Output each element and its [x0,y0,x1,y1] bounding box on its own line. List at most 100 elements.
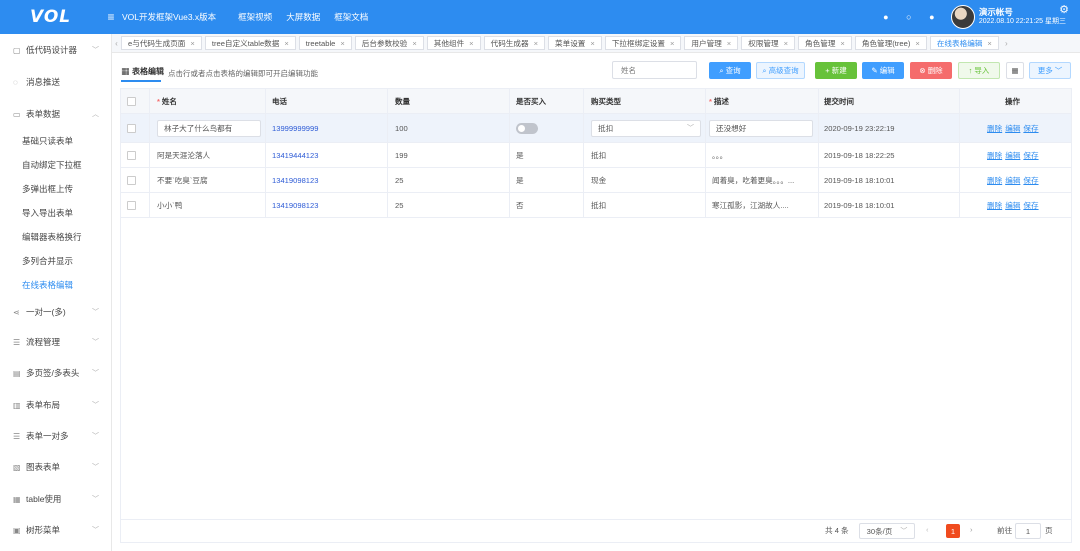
tab-treetable[interactable]: treetable × [298,36,352,50]
sidebar-sub-upload[interactable]: 多弹出框上传 [22,183,73,195]
save-link[interactable]: 保存 [1023,175,1038,186]
search-input[interactable] [612,61,697,79]
top-link-dashboard[interactable]: 大屏数据 [286,11,320,23]
advanced-query-button[interactable]: ⌕ 高级查询 [756,62,805,79]
close-icon[interactable]: × [412,39,416,48]
save-link[interactable]: 保存 [1023,123,1038,134]
tab-menu-settings[interactable]: 菜单设置 × [548,36,602,50]
close-icon[interactable]: × [915,39,919,48]
delete-button[interactable]: ⊗ 删除 [910,62,952,79]
gear-icon[interactable]: ⚙ [1059,3,1069,16]
name-cell[interactable]: 不要`吃臭`豆腐 [157,168,267,192]
table-row[interactable]: 小小`鸭 13419098123 25 否 抵扣 寒江孤影，江湖故人.... 2… [121,193,1071,218]
save-link[interactable]: 保存 [1023,200,1038,211]
avatar[interactable] [950,5,975,29]
power-icon[interactable]: ○ [899,12,919,22]
sidebar-item-one-to-one[interactable]: ⋖ 一对一(多) ﹀ [0,302,112,322]
delete-link[interactable]: 删除 [987,123,1002,134]
sidebar-item-multitab[interactable]: ▤ 多页签/多表头 ﹀ [0,363,112,383]
col-phone[interactable]: 电话 [272,89,382,113]
prev-page-icon[interactable]: ‹ [926,525,929,534]
bought-cell[interactable]: 是 [516,143,576,167]
close-icon[interactable]: × [987,39,991,48]
table-row[interactable]: 林子大了什么鸟都有 13999999999 100 抵扣 ﹀ 还没想好 2020-… [121,114,1071,143]
qty-cell[interactable]: 25 [395,193,505,217]
sidebar-item-message[interactable]: ◌ 消息推送 [0,72,112,92]
page-size-select[interactable]: 30条/页 ﹀ [859,523,915,539]
edit-link[interactable]: 编辑 [1005,175,1020,186]
sidebar-sub-editor-wrap[interactable]: 编辑器表格换行 [22,231,82,243]
type-cell[interactable]: 现金 [591,168,701,192]
tab-user-mgmt[interactable]: 用户管理 × [684,36,739,50]
top-link-video[interactable]: 框架视频 [238,11,272,23]
tab-codegen[interactable]: 代码生成器 × [483,36,546,50]
col-bought[interactable]: 是否买入 [516,89,576,113]
table-row[interactable]: 阿是天涯沦落人 13419444123 199 是 抵扣 。。。 2019-09… [121,143,1071,168]
row-checkbox[interactable] [127,150,136,160]
time-cell[interactable]: 2019-09-18 18:10:01 [824,168,934,192]
sidebar-item-chart[interactable]: ▧ 图表表单 ﹀ [0,457,112,477]
current-page[interactable]: 1 [946,524,960,538]
delete-link[interactable]: 删除 [987,200,1002,211]
goto-page-input[interactable]: 1 [1015,523,1041,539]
type-cell[interactable]: 抵扣 [591,143,701,167]
import-button[interactable]: ↑ 导入 [958,62,1000,79]
sidebar-item-lowcode[interactable]: ▢ 低代码设计器 ﹀ [0,40,112,60]
select-all-checkbox[interactable] [127,96,136,106]
col-time[interactable]: 提交时间 [824,89,924,113]
close-icon[interactable]: × [340,39,344,48]
close-icon[interactable]: × [190,39,194,48]
bought-switch[interactable] [516,122,538,134]
sidebar-item-table[interactable]: ▦ table使用 ﹀ [0,489,112,509]
edit-button[interactable]: ✎ 编辑 [862,62,904,79]
qty-cell[interactable]: 100 [395,114,505,142]
desc-cell[interactable]: 。。。 [712,143,816,167]
table-row[interactable]: 不要`吃臭`豆腐 13419098123 25 是 现金 闻着臭，吃着更臭。。。… [121,168,1071,193]
tab-validation[interactable]: 后台参数校验 × [354,36,424,50]
tab-tree-table-data[interactable]: tree自定义table数据 × [204,36,296,50]
type-select[interactable]: 抵扣 ﹀ [591,119,701,137]
type-cell[interactable]: 抵扣 [591,193,701,217]
qty-cell[interactable]: 199 [395,143,505,167]
add-button[interactable]: + 新建 [815,62,857,79]
menu-toggle-icon[interactable]: ≡ [100,10,122,24]
tab-role[interactable]: 角色管理 × [798,36,852,50]
bought-cell[interactable]: 否 [516,193,576,217]
col-desc[interactable]: * 描述 [709,89,809,113]
sidebar-sub-online-edit[interactable]: 在线表格编辑 [22,279,73,291]
sidebar-sub-readonly[interactable]: 基础只读表单 [22,135,73,147]
row-checkbox[interactable] [127,175,136,185]
name-input[interactable]: 林子大了什么鸟都有 [157,119,261,137]
top-link-docs[interactable]: 框架文档 [334,11,368,23]
time-cell[interactable]: 2020-09-19 23:22:19 [824,114,934,142]
time-cell[interactable]: 2019-09-18 18:10:01 [824,193,934,217]
tab-role-tree[interactable]: 角色管理(tree) × [854,36,927,50]
phone-cell[interactable]: 13999999999 [272,114,382,142]
delete-link[interactable]: 删除 [987,150,1002,161]
delete-link[interactable]: 删除 [987,175,1002,186]
sidebar-sub-merge[interactable]: 多列合并显示 [22,255,73,267]
desc-input[interactable]: 还没想好 [709,119,813,137]
close-icon[interactable]: × [590,39,594,48]
sidebar-item-formdata[interactable]: ▭ 表单数据 ︿ [0,104,112,124]
sidebar-sub-importexport[interactable]: 导入导出表单 [22,207,73,219]
row-checkbox[interactable] [127,123,136,133]
tab-online-edit[interactable]: 在线表格编辑 × [929,36,999,50]
phone-cell[interactable]: 13419098123 [272,193,382,217]
close-icon[interactable]: × [840,39,844,48]
sidebar-item-one-to-many[interactable]: ☰ 表单一对多 ﹀ [0,426,112,446]
app-logo[interactable]: VOL [0,7,100,27]
row-checkbox[interactable] [127,200,136,210]
edit-link[interactable]: 编辑 [1005,200,1020,211]
tab-components[interactable]: 其他组件 × [426,36,481,50]
tab-codegen-page[interactable]: e与代码生成页面 × [121,36,202,50]
grid-toggle-button[interactable]: ▦ [1006,62,1024,79]
more-button[interactable]: 更多 ﹀ [1029,62,1071,79]
close-icon[interactable]: × [469,39,473,48]
phone-cell[interactable]: 13419444123 [272,143,382,167]
sidebar-item-tree[interactable]: ▣ 树形菜单 ﹀ [0,520,112,540]
desc-cell[interactable]: 寒江孤影，江湖故人.... [712,193,816,217]
tab-dropdown-settings[interactable]: 下拉框绑定设置 × [604,36,682,50]
user-name[interactable]: 演示帐号 [979,7,1066,17]
chevron-left-icon[interactable]: ‹ [112,39,121,48]
